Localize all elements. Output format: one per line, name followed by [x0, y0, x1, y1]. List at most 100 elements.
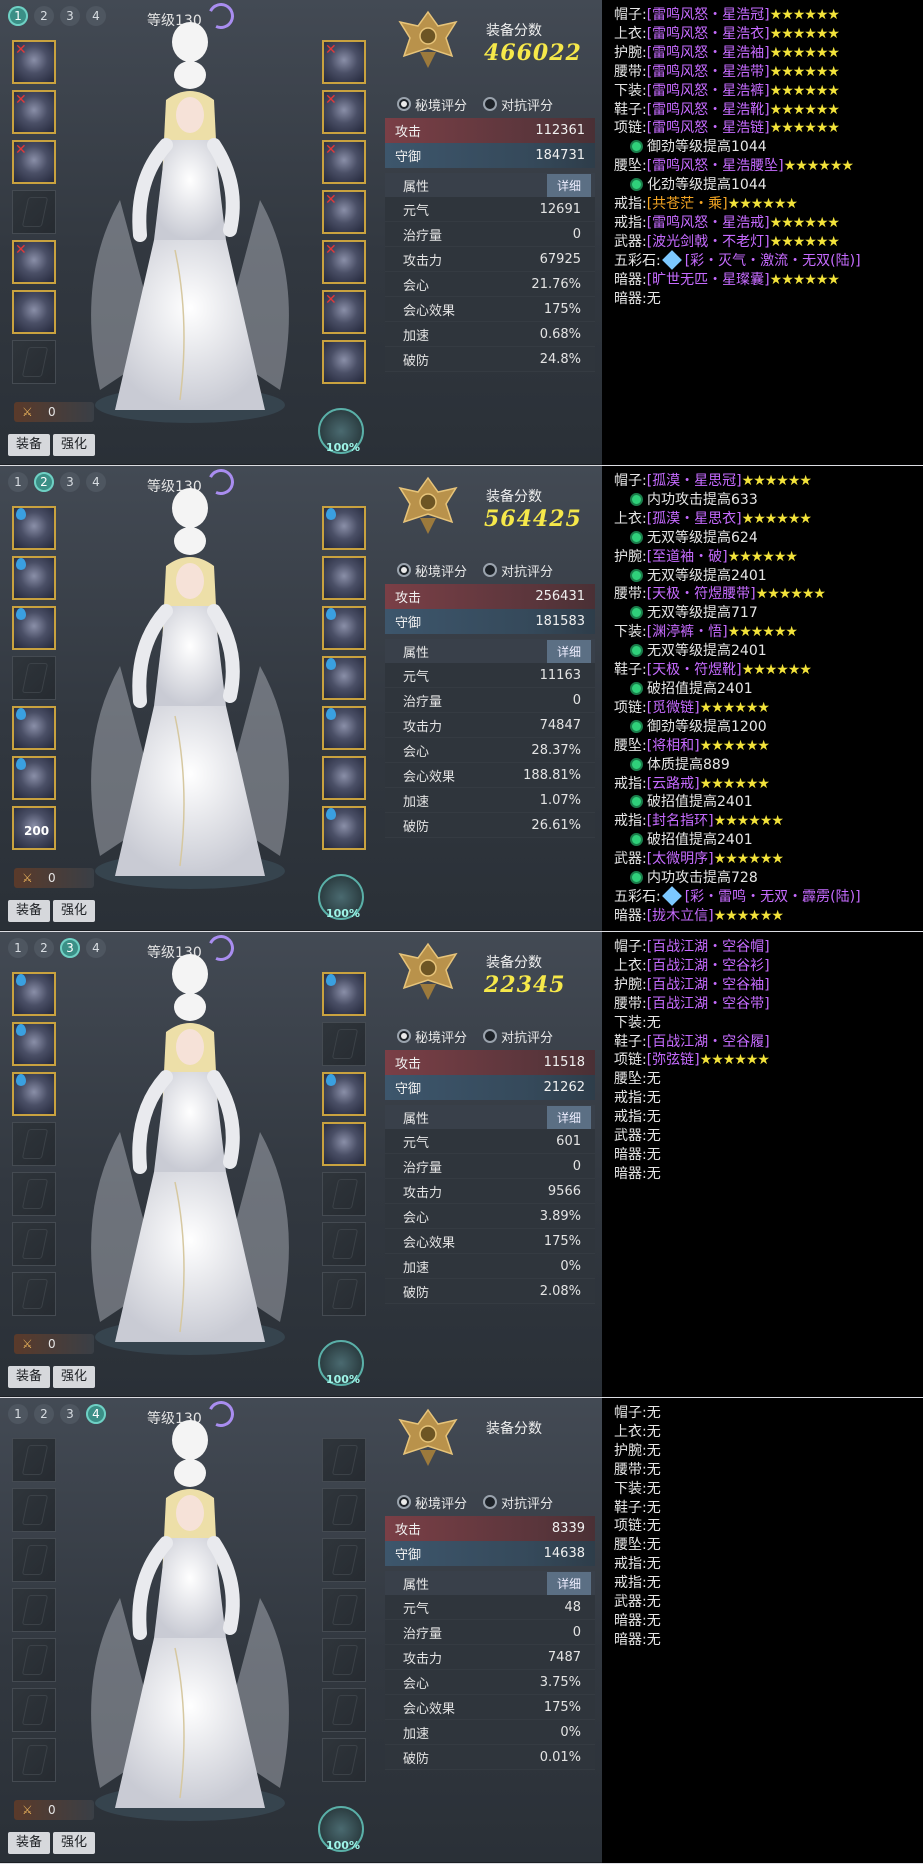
preset-tab-2[interactable]: 2	[34, 938, 54, 958]
equip-slot-left-5[interactable]: ✕	[12, 240, 56, 284]
attribute-value: 0.68%	[539, 326, 581, 342]
equip-slot-left-5[interactable]	[12, 1638, 56, 1682]
equip-slot-right-3[interactable]	[322, 1538, 366, 1582]
equip-slot-right-6[interactable]	[322, 1688, 366, 1732]
preset-tab-2[interactable]: 2	[34, 1404, 54, 1424]
item-name: [渊渟裤・悟]	[646, 624, 728, 641]
strengthen-button[interactable]: 强化	[53, 434, 96, 456]
equip-slot-left-2[interactable]: ✕	[12, 90, 56, 134]
strengthen-button[interactable]: 强化	[53, 1832, 96, 1854]
dragon-portrait[interactable]: 100%	[318, 1340, 364, 1386]
radio-pvp[interactable]: 对抗评分	[483, 95, 553, 114]
equip-slot-right-7[interactable]	[322, 1738, 366, 1782]
equip-slot-right-3[interactable]	[322, 1072, 366, 1116]
radio-pve[interactable]: 秘境评分	[397, 1027, 467, 1046]
preset-tab-3[interactable]: 3	[60, 472, 80, 492]
equip-slot-right-6[interactable]	[322, 756, 366, 800]
preset-tab-3[interactable]: 3	[60, 1404, 80, 1424]
equip-slot-left-2[interactable]	[12, 556, 56, 600]
equip-slot-right-1[interactable]	[322, 972, 366, 1016]
preset-tab-2[interactable]: 2	[34, 6, 54, 26]
equip-slot-left-4[interactable]	[12, 190, 56, 234]
equip-slot-left-4[interactable]	[12, 656, 56, 700]
detail-button[interactable]: 详细	[546, 639, 591, 663]
enchant-drop-icon	[16, 508, 26, 520]
detail-button[interactable]: 详细	[546, 1571, 591, 1595]
equip-slot-right-4[interactable]	[322, 656, 366, 700]
strengthen-button[interactable]: 强化	[53, 900, 96, 922]
radio-pvp[interactable]: 对抗评分	[483, 1493, 553, 1512]
detail-button[interactable]: 详细	[546, 173, 591, 197]
equip-slot-left-6[interactable]	[12, 290, 56, 334]
equip-slot-right-1[interactable]	[322, 506, 366, 550]
equip-slot-right-4[interactable]: ✕	[322, 190, 366, 234]
attribute-value: 3.89%	[539, 1208, 581, 1224]
equip-slot-left-1[interactable]	[12, 506, 56, 550]
preset-tab-2[interactable]: 2	[34, 472, 54, 492]
equip-slot-left-4[interactable]	[12, 1122, 56, 1166]
equip-slot-right-3[interactable]: ✕	[322, 140, 366, 184]
equip-slot-left-5[interactable]	[12, 706, 56, 750]
equip-slot-right-7[interactable]	[322, 1272, 366, 1316]
equip-slot-left-5[interactable]	[12, 1172, 56, 1216]
equip-button[interactable]: 装备	[8, 1832, 51, 1854]
item-name: [百战江湖・空谷带]	[646, 995, 770, 1012]
radio-pvp[interactable]: 对抗评分	[483, 1027, 553, 1046]
strengthen-button[interactable]: 强化	[53, 1366, 96, 1388]
radio-pve[interactable]: 秘境评分	[397, 561, 467, 580]
equip-slot-left-6[interactable]	[12, 756, 56, 800]
item-stars: ★★★★★★	[783, 158, 854, 175]
equip-slot-left-2[interactable]	[12, 1022, 56, 1066]
equip-slot-left-1[interactable]	[12, 1438, 56, 1482]
attack-label: 攻击	[395, 125, 422, 140]
preset-tab-1[interactable]: 1	[8, 6, 28, 26]
equip-slot-left-7[interactable]	[12, 1272, 56, 1316]
equip-slot-right-6[interactable]: ✕	[322, 290, 366, 334]
unavailable-icon: ✕	[325, 192, 337, 208]
equip-slot-left-3[interactable]	[12, 1538, 56, 1582]
equip-slot-left-6[interactable]	[12, 1688, 56, 1732]
equip-slot-left-3[interactable]: ✕	[12, 140, 56, 184]
dragon-portrait[interactable]: 100%	[318, 1806, 364, 1852]
equip-slot-right-7[interactable]	[322, 340, 366, 384]
item-name: [孤漠・星思衣]	[646, 510, 742, 527]
equip-slot-right-2[interactable]	[322, 1488, 366, 1532]
equip-slot-right-2[interactable]	[322, 556, 366, 600]
equip-slot-left-1[interactable]: ✕	[12, 40, 56, 84]
equip-slot-left-7[interactable]	[12, 340, 56, 384]
equip-slot-right-6[interactable]	[322, 1222, 366, 1266]
equip-slot-right-1[interactable]: ✕	[322, 40, 366, 84]
radio-pvp[interactable]: 对抗评分	[483, 561, 553, 580]
equip-slot-right-2[interactable]	[322, 1022, 366, 1066]
equip-slot-right-4[interactable]	[322, 1122, 366, 1166]
preset-tab-1[interactable]: 1	[8, 938, 28, 958]
equip-slot-right-5[interactable]	[322, 1638, 366, 1682]
equip-slot-left-7[interactable]	[12, 1738, 56, 1782]
equip-button[interactable]: 装备	[8, 434, 51, 456]
equip-slot-right-7[interactable]	[322, 806, 366, 850]
equip-slot-right-5[interactable]	[322, 706, 366, 750]
equip-slot-right-1[interactable]	[322, 1438, 366, 1482]
equip-slot-left-2[interactable]	[12, 1488, 56, 1532]
preset-tab-3[interactable]: 3	[60, 6, 80, 26]
preset-tab-3[interactable]: 3	[60, 938, 80, 958]
equip-slot-left-6[interactable]	[12, 1222, 56, 1266]
preset-tab-1[interactable]: 1	[8, 472, 28, 492]
equip-button[interactable]: 装备	[8, 1366, 51, 1388]
preset-tab-1[interactable]: 1	[8, 1404, 28, 1424]
equip-slot-right-4[interactable]	[322, 1588, 366, 1632]
equip-slot-right-5[interactable]	[322, 1172, 366, 1216]
detail-button[interactable]: 详细	[546, 1105, 591, 1129]
equip-slot-left-3[interactable]	[12, 606, 56, 650]
equip-slot-left-3[interactable]	[12, 1072, 56, 1116]
dragon-portrait[interactable]: 100%	[318, 408, 364, 454]
equip-slot-left-4[interactable]	[12, 1588, 56, 1632]
radio-pve[interactable]: 秘境评分	[397, 95, 467, 114]
dragon-portrait[interactable]: 100%	[318, 874, 364, 920]
equip-button[interactable]: 装备	[8, 900, 51, 922]
equip-slot-right-5[interactable]: ✕	[322, 240, 366, 284]
radio-pve[interactable]: 秘境评分	[397, 1493, 467, 1512]
equip-slot-right-3[interactable]	[322, 606, 366, 650]
equip-slot-left-1[interactable]	[12, 972, 56, 1016]
equip-slot-right-2[interactable]: ✕	[322, 90, 366, 134]
